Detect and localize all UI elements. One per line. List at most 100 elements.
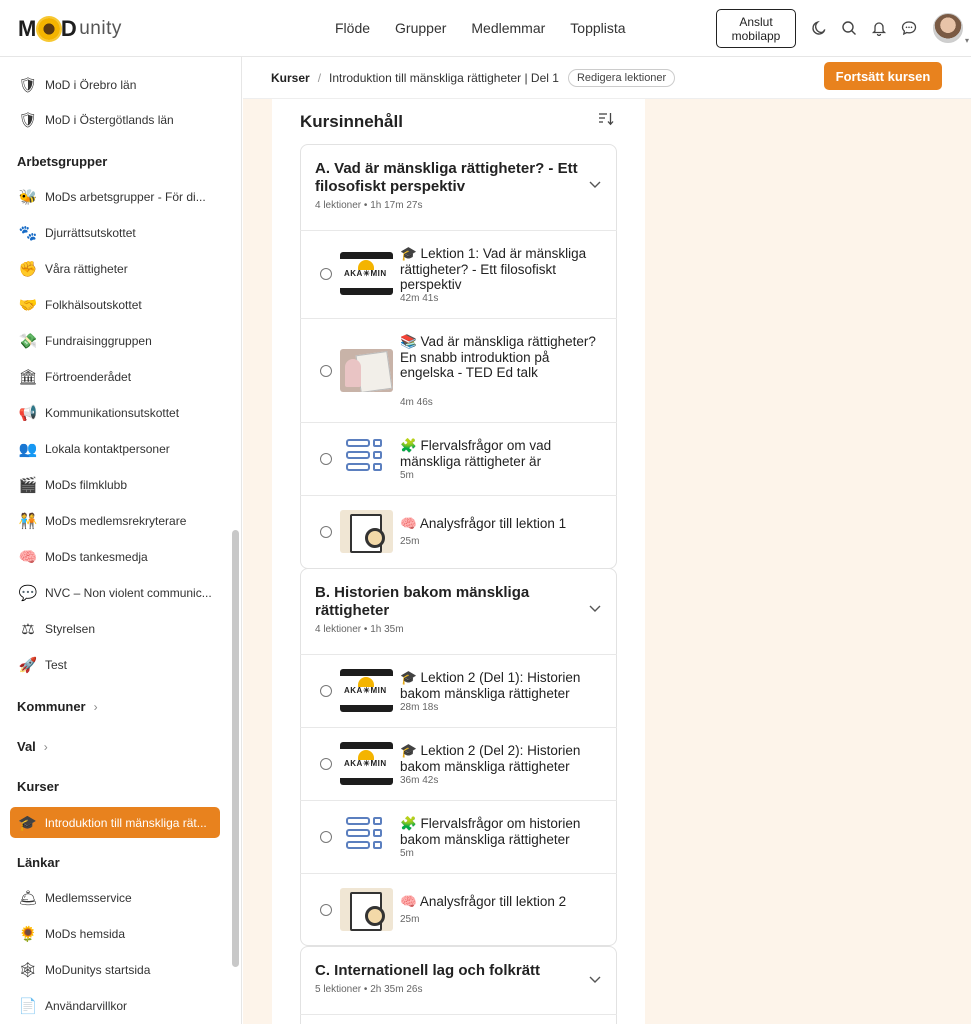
sidebar-item-tankesmedja[interactable]: 🧠 MoDs tankesmedja — [18, 546, 148, 568]
chat-icon[interactable] — [898, 17, 920, 39]
lesson-row[interactable]: 📚 Vad är mänskliga rättigheter? En snabb… — [300, 318, 617, 422]
section-meta: 4 lektioner • 1h 17m 27s — [315, 200, 423, 211]
sidebar-heading-label: Arbetsgrupper — [17, 154, 108, 169]
sidebar-item-fortroenderadet[interactable]: 🏛 Förtroenderådet — [18, 366, 131, 388]
section-title: A. Vad är mänskliga rättigheter? - Ett f… — [315, 160, 578, 195]
sidebar-item-label: Test — [45, 658, 68, 672]
logo-d-text: D — [60, 16, 78, 41]
lesson-thumbnail — [340, 742, 393, 785]
sidebar-item-label: Förtroenderådet — [45, 370, 132, 384]
sidebar-item-filmklubb[interactable]: 🎬 MoDs filmklubb — [18, 474, 127, 496]
sidebar-item-hemsida[interactable]: 🌻 MoDs hemsida — [18, 923, 125, 945]
lesson-title: 🎓 Lektion 2 (Del 1): Historien bakom män… — [400, 670, 581, 701]
modunity-logo[interactable]: M D unity — [18, 14, 122, 44]
lesson-complete-radio[interactable] — [320, 365, 332, 377]
sidebar-heading-kurser: Kurser — [17, 779, 59, 794]
chevron-down-icon[interactable] — [589, 602, 601, 616]
continue-course-button[interactable]: Fortsätt kursen — [824, 62, 942, 90]
lesson-row[interactable]: 🧩 Flervalsfrågor om historien bakom mäns… — [300, 800, 617, 873]
chevron-right-icon: › — [43, 739, 48, 754]
sidebar-item-label: Medlemsservice — [45, 891, 132, 905]
bell-icon[interactable] — [868, 17, 890, 39]
sidebar-item-nvc[interactable]: 💬 NVC – Non violent communic... — [18, 582, 212, 604]
brain-icon: 🧠 — [18, 549, 38, 566]
course-content-title: Kursinnehåll — [300, 112, 403, 131]
lesson-thumbnail — [340, 510, 393, 553]
chevron-down-icon[interactable] — [589, 178, 601, 192]
section-title: B. Historien bakom mänskliga rättigheter — [315, 584, 530, 619]
lesson-thumbnail — [340, 669, 393, 712]
nav-flode[interactable]: Flöde — [335, 20, 370, 36]
lesson-duration: 28m 18s — [400, 702, 439, 713]
section-header-a[interactable]: A. Vad är mänskliga rättigheter? - Ett f… — [300, 144, 617, 230]
nav-medlemmar[interactable]: Medlemmar — [471, 20, 545, 36]
section-header-c[interactable]: C. Internationell lag och folkrätt 5 lek… — [300, 946, 617, 1014]
lesson-row[interactable]: 🧠 Analysfrågor till lektion 2 25m — [300, 873, 617, 946]
lesson-row[interactable]: 🧠 Analysfrågor till lektion 1 25m — [300, 495, 617, 568]
chevron-down-icon[interactable] — [589, 973, 601, 987]
lesson-complete-radio[interactable] — [320, 758, 332, 770]
section-header-b[interactable]: B. Historien bakom mänskliga rättigheter… — [300, 568, 617, 654]
sidebar-heading-lankar: Länkar — [17, 855, 60, 870]
lesson-thumbnail — [340, 436, 393, 479]
chevron-right-icon: › — [93, 699, 98, 714]
sidebar-item-medlemsservice[interactable]: 🛎 Medlemsservice — [18, 887, 132, 909]
breadcrumb-separator: / — [317, 71, 322, 85]
lesson-complete-radio[interactable] — [320, 526, 332, 538]
lesson-complete-radio[interactable] — [320, 268, 332, 280]
sidebar-heading-arbetsgrupper: Arbetsgrupper — [17, 154, 107, 169]
sidebar-heading-label: Val — [17, 739, 36, 754]
sidebar-heading-label: Länkar — [17, 855, 60, 870]
sidebar-item-lokala-kontakter[interactable]: 👥 Lokala kontaktpersoner — [18, 438, 170, 460]
money-icon: 💸 — [18, 333, 38, 350]
building-icon: 🏛 — [18, 369, 38, 386]
sidebar-heading-kommuner[interactable]: Kommuner › — [17, 699, 98, 714]
sidebar-item-startsida[interactable]: 🕸 MoDunitys startsida — [18, 959, 150, 981]
avatar[interactable] — [933, 13, 969, 45]
sidebar-item-arbetsgrupper[interactable]: 🐝 MoDs arbetsgrupper - För di... — [18, 186, 206, 208]
lesson-complete-radio[interactable] — [320, 904, 332, 916]
sidebar-item-djurratt[interactable]: 🐾 Djurrättsutskottet — [18, 222, 136, 244]
sidebar-item-kommunikation[interactable]: 📢 Kommunikationsutskottet — [18, 402, 179, 424]
lesson-complete-radio[interactable] — [320, 453, 332, 465]
sidebar-item-ostergotland[interactable]: 🛡 MoD i Östergötlands län — [18, 109, 173, 131]
nav-grupper[interactable]: Grupper — [395, 20, 446, 36]
nav-topplista[interactable]: Topplista — [570, 20, 625, 36]
people-icon: 👥 — [18, 441, 38, 458]
lesson-duration: 25m — [400, 914, 420, 925]
lesson-complete-radio[interactable] — [320, 831, 332, 843]
sidebar-item-styrelsen[interactable]: ⚖ Styrelsen — [18, 618, 95, 640]
speech-bubble-icon: 💬 — [18, 585, 38, 602]
sidebar-scrollbar-thumb[interactable] — [232, 530, 239, 967]
lesson-row[interactable]: 🧩 Flervalsfrågor om vad mänskliga rättig… — [300, 422, 617, 495]
sidebar-item-medlemsrekryterare[interactable]: 🧑‍🤝‍🧑 MoDs medlemsrekryterare — [18, 510, 187, 532]
lesson-thumbnail — [340, 888, 393, 931]
sidebar-item-label: MoDs tankesmedja — [45, 550, 148, 564]
lesson-row[interactable]: 🎓 Lektion 1: Vad är mänskliga rättighete… — [300, 230, 617, 318]
sidebar-item-active-course[interactable]: 🎓 Introduktion till mänskliga rät... — [10, 807, 220, 838]
breadcrumb-root-link[interactable]: Kurser — [271, 71, 310, 85]
lesson-row[interactable]: 🎓 Lektion 2 (Del 2): Historien bakom män… — [300, 727, 617, 800]
lesson-thumbnail — [340, 814, 393, 857]
sidebar-item-folkhalsa[interactable]: 🤝 Folkhälsoutskottet — [18, 294, 142, 316]
web-icon: 🕸 — [18, 962, 38, 979]
sidebar-item-fundraising[interactable]: 💸 Fundraisinggruppen — [18, 330, 152, 352]
sidebar-heading-val[interactable]: Val › — [17, 739, 48, 754]
scales-icon: ⚖ — [21, 621, 35, 638]
sort-icon[interactable] — [598, 112, 614, 129]
sidebar: 🛡 MoD i Örebro län 🛡 MoD i Östergötlands… — [0, 57, 242, 1024]
sidebar-item-test[interactable]: 🚀 Test — [18, 654, 67, 676]
lesson-complete-radio[interactable] — [320, 685, 332, 697]
sidebar-item-anvandarvillkor[interactable]: 📄 Användarvillkor — [18, 995, 127, 1017]
lesson-row[interactable]: 🎓 Lektion 2 (Del 1): Historien bakom män… — [300, 654, 617, 727]
sidebar-item-vara-rattigheter[interactable]: ✊ Våra rättigheter — [18, 258, 128, 280]
crest-icon: 🛡 — [18, 77, 38, 94]
sidebar-item-label: MoDs arbetsgrupper - För di... — [45, 190, 206, 204]
edit-lessons-button[interactable]: Redigera lektioner — [567, 69, 676, 87]
sidebar-item-orebro[interactable]: 🛡 MoD i Örebro län — [18, 74, 136, 96]
moon-icon[interactable] — [808, 17, 830, 39]
sidebar-item-label: MoDs medlemsrekryterare — [45, 514, 187, 528]
connect-app-button[interactable]: Anslut mobilapp — [716, 9, 796, 48]
search-icon[interactable] — [838, 17, 860, 39]
sidebar-item-label: Kommunikationsutskottet — [45, 406, 180, 420]
